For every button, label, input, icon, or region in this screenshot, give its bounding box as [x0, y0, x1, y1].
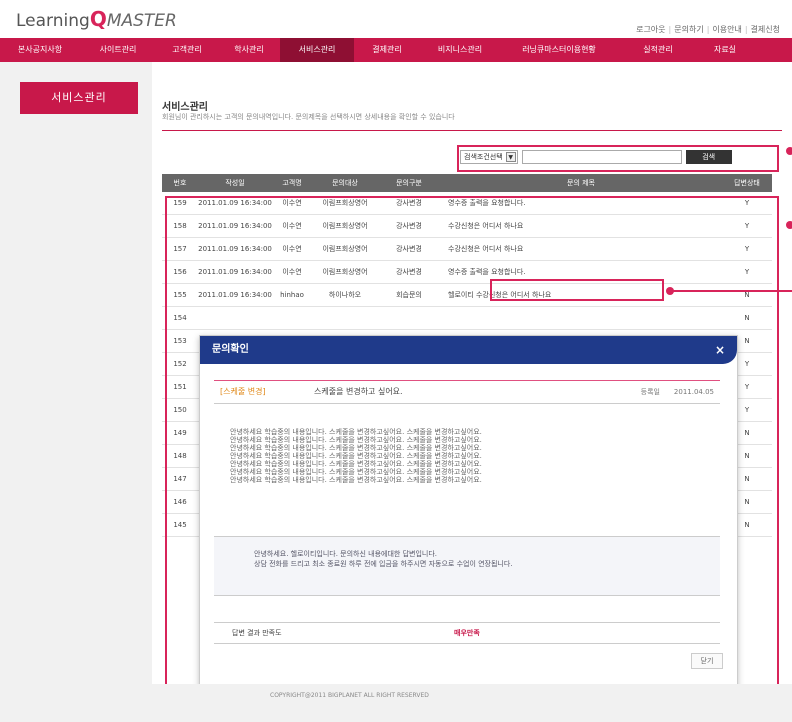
- column-header: 답변상태: [734, 179, 760, 187]
- inquiry-subject: 스케줄을 변경하고 싶어요.: [314, 387, 403, 396]
- modal-title: 문의확인: [212, 344, 249, 355]
- util-link[interactable]: 이용안내: [712, 25, 741, 34]
- nav-item[interactable]: 자료실: [698, 38, 752, 62]
- util-link[interactable]: 결제신청: [751, 25, 780, 34]
- nav-item[interactable]: 비지니스관리: [420, 38, 500, 62]
- annotation-dot: [786, 221, 792, 229]
- separator: |: [706, 25, 710, 34]
- column-header: 작성일: [225, 179, 245, 187]
- column-header: 문의 제목: [567, 179, 595, 187]
- annotation-title-box: [490, 279, 664, 301]
- close-button[interactable]: 닫기: [691, 653, 723, 669]
- nav-item[interactable]: 사이트관리: [80, 38, 156, 62]
- column-header: 문의구분: [396, 179, 422, 187]
- body-line: 안녕하세요 학습중의 내용입니다. 스케줄을 변경하고싶어요. 스케줄을 변경하…: [230, 452, 482, 460]
- page-description: 회원님이 관리하시는 고객의 문의내역입니다. 문의제목을 선택하시면 상세내용…: [162, 113, 455, 121]
- separator: |: [744, 25, 748, 34]
- inquiry-category: [스케줄 변경]: [220, 387, 266, 396]
- column-header: 번호: [173, 179, 187, 187]
- column-header: 문의대상: [332, 179, 358, 187]
- sidebar-title[interactable]: 서비스관리: [20, 82, 138, 114]
- nav-item[interactable]: 고객관리: [156, 38, 218, 62]
- table-header: 번호 작성일 고객명 문의대상 문의구분 문의 제목 답변상태: [162, 174, 772, 192]
- copyright: COPYRIGHT@2011 BIGPLANET ALL RIGHT RESER…: [270, 692, 429, 699]
- rating-row: 답변 결과 만족도 매우만족: [214, 622, 720, 644]
- nav-item[interactable]: 러닝큐마스터이용현황: [500, 38, 618, 62]
- rating-value: 매우만족: [454, 629, 480, 637]
- date-label: 등록일: [640, 388, 660, 396]
- nav-item[interactable]: 실적관리: [618, 38, 698, 62]
- body-line: 안녕하세요 학습중의 내용입니다. 스케줄을 변경하고싶어요. 스케줄을 변경하…: [230, 444, 482, 452]
- annotation-search-box: [457, 145, 779, 172]
- body-line: 안녕하세요 학습중의 내용입니다. 스케줄을 변경하고싶어요. 스케줄을 변경하…: [230, 428, 482, 436]
- nav-item[interactable]: 서비스관리: [280, 38, 354, 62]
- body-line: 안녕하세요 학습중의 내용입니다. 스케줄을 변경하고싶어요. 스케줄을 변경하…: [230, 468, 482, 476]
- body-line: 안녕하세요 학습중의 내용입니다. 스케줄을 변경하고싶어요. 스케줄을 변경하…: [230, 476, 482, 484]
- logo[interactable]: LearningQMASTER: [16, 7, 177, 31]
- inquiry-date: 2011.04.05: [673, 388, 714, 396]
- inquiry-modal: 문의확인 × [스케줄 변경] 스케줄을 변경하고 싶어요. 등록일 2011.…: [199, 335, 738, 690]
- answer-line: 상담 전화를 드리고 최소 종료원 하루 전에 입금을 하주시면 자동으로 수업…: [254, 560, 513, 568]
- util-link[interactable]: 문의하기: [674, 25, 703, 34]
- body-line: 안녕하세요 학습중의 내용입니다. 스케줄을 변경하고싶어요. 스케줄을 변경하…: [230, 436, 482, 444]
- page-title: 서비스관리: [162, 102, 208, 113]
- rating-label: 답변 결과 만족도: [232, 629, 282, 637]
- body-line: 안녕하세요 학습중의 내용입니다. 스케줄을 변경하고싶어요. 스케줄을 변경하…: [230, 460, 482, 468]
- footer: [0, 684, 792, 722]
- nav-item[interactable]: 본사공지사항: [0, 38, 80, 62]
- separator: |: [668, 25, 672, 34]
- inquiry-body: 안녕하세요 학습중의 내용입니다. 스케줄을 변경하고싶어요. 스케줄을 변경하…: [230, 428, 700, 484]
- close-icon[interactable]: ×: [715, 336, 725, 364]
- nav-item[interactable]: 결제관리: [354, 38, 420, 62]
- modal-header: 문의확인 ×: [200, 336, 737, 364]
- main-nav: 본사공지사항 사이트관리 고객관리 학사관리 서비스관리 결제관리 비지니스관리 러닝큐마스터…: [0, 38, 792, 62]
- answer-box: 안녕하세요. 헬로이티입니다. 문의하신 내용에대한 답변입니다. 상담 전화를…: [214, 536, 720, 596]
- utility-links: 로그아웃 | 문의하기 | 이용안내 | 결제신청: [636, 24, 780, 35]
- divider: [162, 130, 782, 131]
- answer-line: 안녕하세요. 헬로이티입니다. 문의하신 내용에대한 답변입니다.: [254, 550, 438, 558]
- column-header: 고객명: [282, 179, 302, 187]
- annotation-leader-line: [672, 290, 792, 292]
- sidebar: 서비스관리: [0, 62, 152, 684]
- top-bar: LearningQMASTER 로그아웃 | 문의하기 | 이용안내 | 결제신청: [0, 0, 792, 38]
- nav-item[interactable]: 학사관리: [218, 38, 280, 62]
- inquiry-subject-row: [스케줄 변경] 스케줄을 변경하고 싶어요. 등록일 2011.04.05: [214, 380, 720, 404]
- util-link[interactable]: 로그아웃: [636, 25, 665, 34]
- annotation-dot: [786, 147, 792, 155]
